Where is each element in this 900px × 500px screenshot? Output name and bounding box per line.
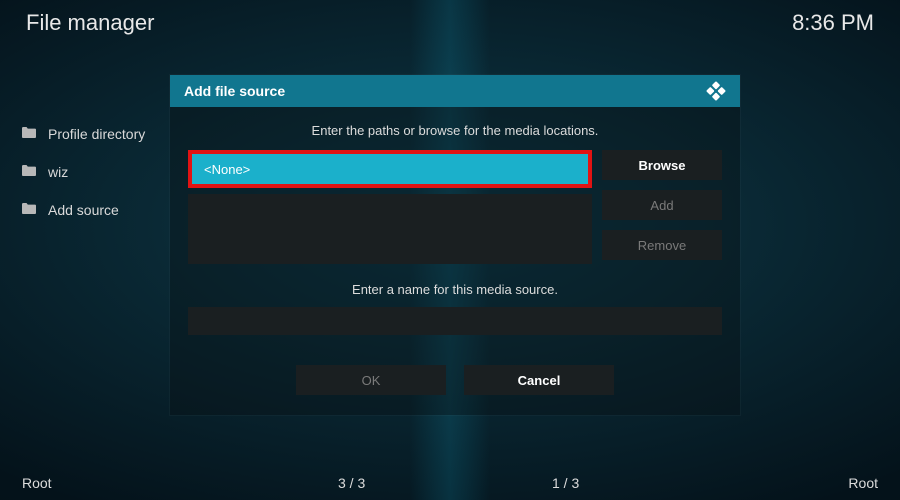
sidebar-item-wiz[interactable]: wiz bbox=[16, 160, 196, 184]
add-button[interactable]: Add bbox=[602, 190, 722, 220]
sidebar-item-add-source[interactable]: Add source bbox=[16, 198, 196, 222]
highlight-annotation: <None> bbox=[188, 150, 592, 188]
cancel-button[interactable]: Cancel bbox=[464, 365, 614, 395]
name-instruction: Enter a name for this media source. bbox=[188, 282, 722, 297]
remove-button[interactable]: Remove bbox=[602, 230, 722, 260]
footer-right-label: Root bbox=[848, 475, 878, 491]
browse-button[interactable]: Browse bbox=[602, 150, 722, 180]
top-bar: File manager 8:36 PM bbox=[0, 0, 900, 44]
sidebar-item-label: Add source bbox=[48, 202, 119, 218]
paths-list-area[interactable] bbox=[188, 194, 592, 264]
folder-icon bbox=[22, 127, 36, 141]
clock: 8:36 PM bbox=[792, 10, 874, 36]
path-input-value: <None> bbox=[204, 162, 250, 177]
footer-left-label: Root bbox=[22, 475, 52, 491]
footer-left-count: 3 / 3 bbox=[338, 475, 365, 491]
dialog-header: Add file source bbox=[170, 75, 740, 107]
sidebar-item-label: wiz bbox=[48, 164, 68, 180]
page-title: File manager bbox=[26, 10, 154, 36]
add-file-source-dialog: Add file source Enter the paths or brows… bbox=[170, 75, 740, 415]
folder-icon bbox=[22, 165, 36, 179]
footer-right-count: 1 / 3 bbox=[552, 475, 579, 491]
sidebar-item-profile-directory[interactable]: Profile directory bbox=[16, 122, 196, 146]
ok-button[interactable]: OK bbox=[296, 365, 446, 395]
path-input[interactable]: <None> bbox=[192, 154, 588, 184]
left-file-list: Profile directory wiz Add source bbox=[16, 122, 196, 222]
kodi-logo-icon bbox=[706, 81, 726, 101]
footer-bar: Root 3 / 3 1 / 3 Root bbox=[0, 466, 900, 500]
sidebar-item-label: Profile directory bbox=[48, 126, 145, 142]
dialog-body: Enter the paths or browse for the media … bbox=[170, 107, 740, 395]
source-name-input[interactable] bbox=[188, 307, 722, 335]
paths-instruction: Enter the paths or browse for the media … bbox=[188, 123, 722, 138]
dialog-title: Add file source bbox=[184, 83, 285, 99]
folder-icon bbox=[22, 203, 36, 217]
